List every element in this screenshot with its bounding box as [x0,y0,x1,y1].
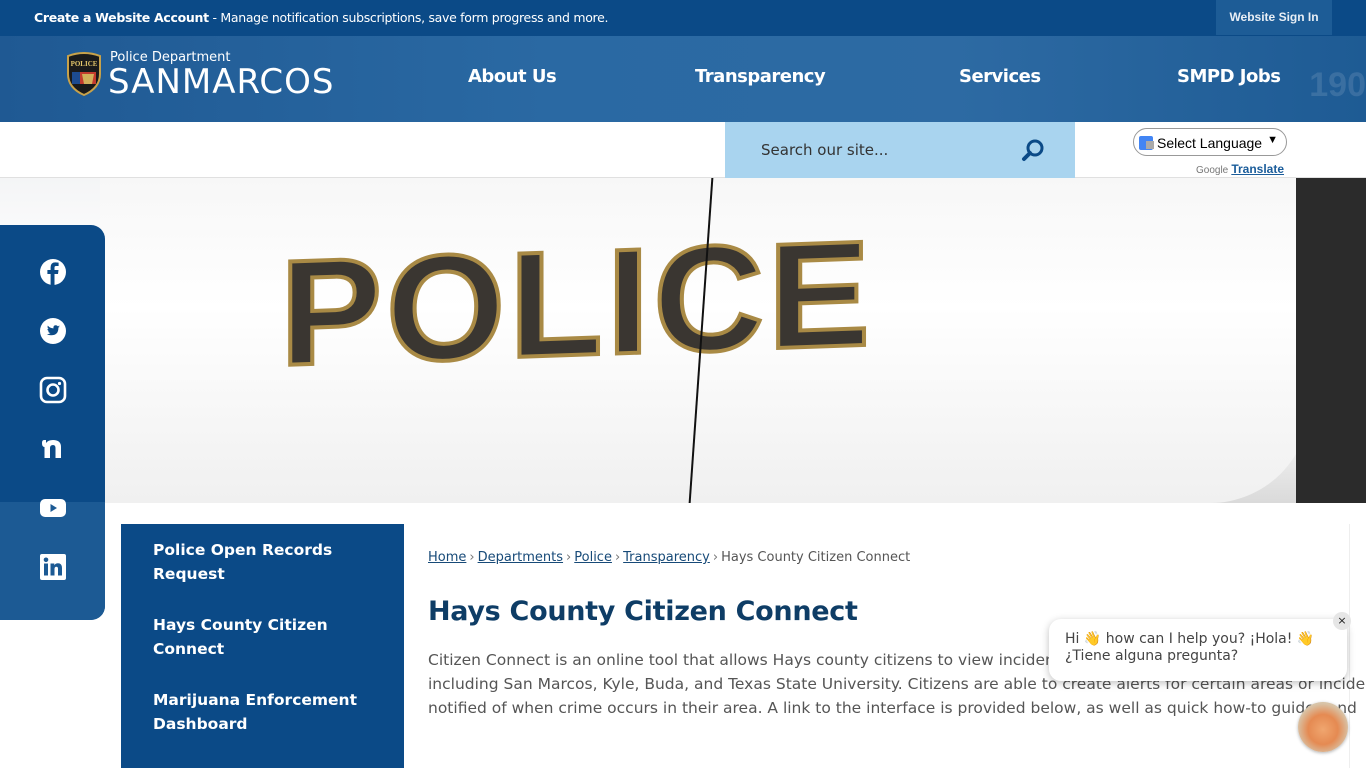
social-media-sidebar [0,225,105,620]
language-select[interactable]: Select Language ▼ [1133,128,1287,156]
search-box [725,122,1075,178]
linkedin-icon[interactable] [39,553,67,581]
nav-services[interactable]: Services [959,66,1041,87]
police-badge-icon: POLICE [67,52,101,96]
subnav-item-marijuana-dashboard[interactable]: Marijuana Enforcement Dashboard [153,688,383,736]
site-header: 190 POLICE Police Department SANMARCOS A… [0,36,1366,122]
subnav-item-open-records[interactable]: Police Open Records Request [153,538,383,586]
chatbot-avatar[interactable] [1298,702,1348,752]
language-select-label: Select Language [1157,135,1263,151]
chat-greeting-bubble[interactable]: Hi 👋 how can I help you? ¡Hola! 👋 ¿Tiene… [1049,612,1351,681]
breadcrumb-transparency[interactable]: Transparency [623,550,710,565]
site-logo[interactable]: POLICE Police Department SANMARCOS [64,50,344,110]
search-icon[interactable] [1020,137,1046,163]
facebook-icon[interactable] [39,258,67,286]
chat-greeting-line-2: ¿Tiene alguna pregunta? [1065,648,1239,664]
google-translate-icon [1139,136,1154,150]
paragraph-line: notified of when crime occurs in their a… [428,699,1357,717]
nav-transparency[interactable]: Transparency [695,66,826,87]
nextdoor-icon[interactable] [39,435,67,463]
hero-image-police-car: POLICE [0,178,1366,503]
close-icon[interactable]: × [1333,612,1351,630]
breadcrumb-police[interactable]: Police [574,550,612,565]
google-label: Google [1196,165,1229,176]
create-account-link[interactable]: Create a Website Account - Manage notifi… [34,10,608,25]
chevron-down-icon: ▼ [1267,134,1278,146]
breadcrumb-current: Hays County Citizen Connect [721,550,911,565]
breadcrumb-departments[interactable]: Departments [478,550,563,565]
breadcrumb-separator: › [614,550,621,565]
google-translate-credit: Google Translate [1196,162,1284,176]
breadcrumb-separator: › [469,550,475,565]
background-car-number: 190 [1309,66,1366,104]
website-sign-in-button[interactable]: Website Sign In [1216,0,1332,35]
car-background-dark [1296,178,1366,503]
nav-about-us[interactable]: About Us [468,66,557,87]
search-input[interactable] [761,138,1011,162]
page-title: Hays County Citizen Connect [428,596,858,627]
svg-text:POLICE: POLICE [71,60,98,68]
breadcrumb-separator: › [712,550,719,565]
youtube-icon[interactable] [39,494,67,522]
chat-greeting-line-1: Hi 👋 how can I help you? ¡Hola! 👋 [1065,631,1315,647]
create-account-label[interactable]: Create a Website Account [34,10,209,25]
twitter-icon[interactable] [39,317,67,345]
translate-link[interactable]: Translate [1231,162,1284,176]
police-decal-text: POLICE [278,207,876,399]
section-subnav: Police Open Records Request Hays County … [121,524,404,768]
create-account-description: - Manage notification subscriptions, sav… [208,10,609,25]
nav-smpd-jobs[interactable]: SMPD Jobs [1177,66,1281,87]
breadcrumb-separator: › [566,550,572,565]
breadcrumb-home[interactable]: Home [428,550,466,565]
instagram-icon[interactable] [39,376,67,404]
subnav-item-citizen-connect[interactable]: Hays County Citizen Connect [153,613,383,661]
logo-city-text: SANMARCOS [108,62,335,102]
breadcrumb: Home › Departments › Police › Transparency › Hay… [428,550,910,565]
top-utility-bar: Create a Website Account - Manage notifi… [0,0,1366,36]
search-row: Select Language ▼ Google Translate [0,122,1366,178]
